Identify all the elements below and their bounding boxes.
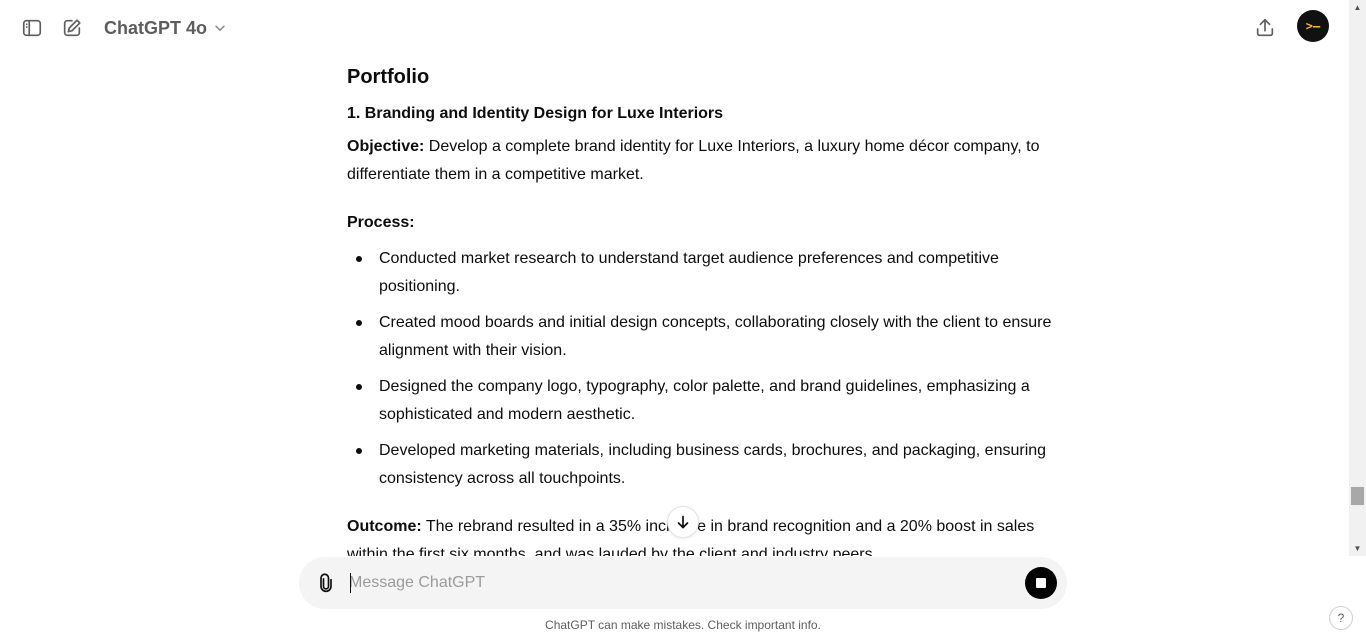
- process-heading: Process:: [347, 209, 1067, 237]
- sidebar-toggle-button[interactable]: [17, 13, 47, 43]
- objective-label: Objective:: [347, 138, 425, 155]
- message-composer: [299, 557, 1067, 609]
- list-item: Conducted market research to understand …: [347, 245, 1067, 301]
- scrollbar[interactable]: ▲ ▼: [1349, 0, 1366, 556]
- arrow-down-icon: [677, 515, 689, 529]
- chevron-down-icon: [215, 25, 225, 31]
- stop-icon: [1036, 578, 1046, 588]
- message-input[interactable]: [349, 569, 1009, 597]
- help-button[interactable]: ?: [1329, 606, 1353, 630]
- assistant-message: Portfolio 1. Branding and Identity Desig…: [347, 60, 1067, 556]
- top-bar: ChatGPT 4o >—: [0, 0, 1348, 56]
- list-item: Created mood boards and initial design c…: [347, 309, 1067, 365]
- sidebar-toggle-icon: [22, 19, 42, 37]
- scroll-to-bottom-button[interactable]: [667, 506, 699, 538]
- scroll-down-arrow[interactable]: ▼: [1349, 541, 1366, 555]
- model-selector[interactable]: ChatGPT 4o: [104, 14, 227, 42]
- disclaimer: ChatGPT can make mistakes. Check importa…: [545, 618, 821, 632]
- list-item: Designed the company logo, typography, c…: [347, 373, 1067, 429]
- item-title: 1. Branding and Identity Design for Luxe…: [347, 105, 724, 122]
- text-caret: [350, 573, 351, 593]
- section-title: Portfolio: [347, 66, 430, 88]
- scroll-thumb[interactable]: [1351, 487, 1364, 505]
- outcome-label: Outcome:: [347, 518, 422, 535]
- chat-app: ChatGPT 4o >— ▲ ▼ Portfolio 1. Branding …: [0, 0, 1366, 641]
- objective-paragraph: Objective: Develop a complete brand iden…: [347, 133, 1067, 189]
- scroll-up-arrow[interactable]: ▲: [1349, 0, 1366, 14]
- process-label: Process:: [347, 214, 415, 231]
- paperclip-icon: [320, 573, 332, 593]
- outcome-paragraph: Outcome: The rebrand resulted in a 35% i…: [347, 513, 1067, 556]
- new-chat-icon: [63, 19, 81, 37]
- avatar[interactable]: >—: [1297, 10, 1329, 42]
- process-list: Conducted market research to understand …: [347, 245, 1067, 493]
- stop-generating-button[interactable]: [1025, 567, 1057, 599]
- share-icon: [1256, 18, 1274, 37]
- list-item: Developed marketing materials, including…: [347, 437, 1067, 493]
- objective-text: Develop a complete brand identity for Lu…: [347, 138, 1040, 183]
- model-name: ChatGPT 4o: [104, 17, 208, 38]
- share-button[interactable]: [1250, 13, 1280, 43]
- attach-button[interactable]: [313, 570, 339, 596]
- new-chat-button[interactable]: [57, 13, 87, 43]
